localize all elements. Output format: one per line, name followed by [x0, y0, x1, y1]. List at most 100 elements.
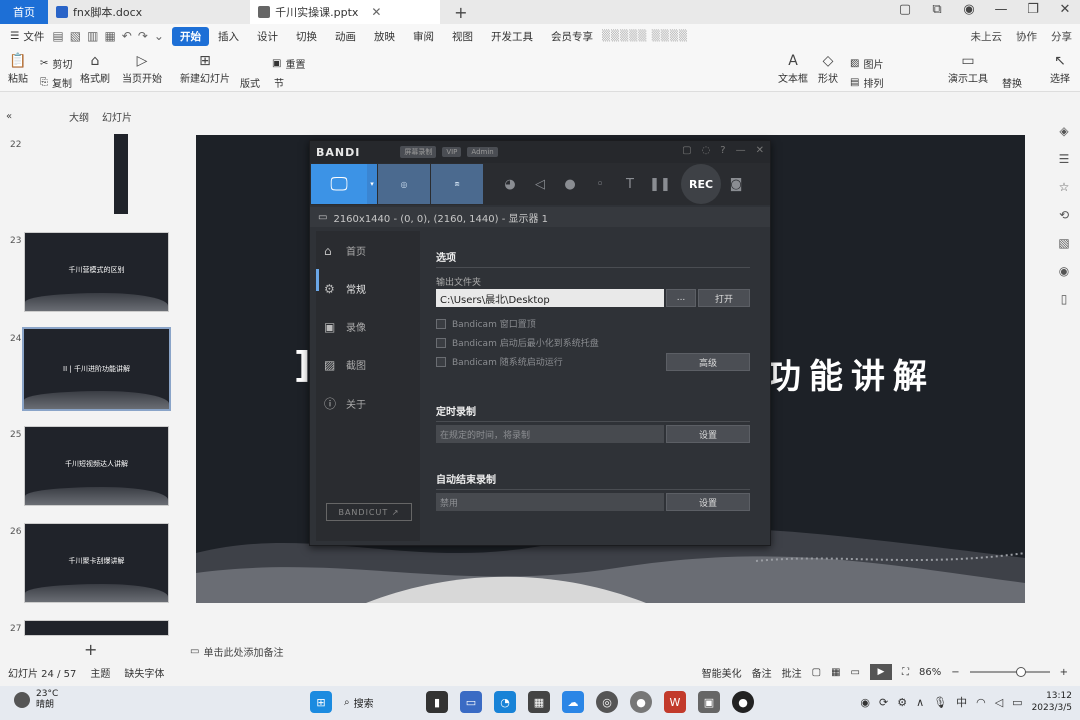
- tab-home[interactable]: 首页: [0, 0, 48, 24]
- nav-item-video[interactable]: ▣ 录像: [324, 319, 366, 335]
- layout-icon[interactable]: ▢: [896, 2, 914, 17]
- file-explorer-icon[interactable]: ▭: [460, 691, 482, 713]
- collaborate-button[interactable]: 协作: [1016, 29, 1037, 44]
- add-tab-icon[interactable]: +: [454, 3, 467, 22]
- reset-button[interactable]: ▣ 重置: [272, 56, 305, 71]
- cut-button[interactable]: ✂ 剪切: [40, 56, 72, 71]
- weather-widget[interactable]: 23°C 晴朗: [14, 689, 58, 711]
- pause-button[interactable]: ❚❚: [645, 164, 675, 204]
- rec-button[interactable]: REC: [681, 164, 721, 204]
- properties-icon[interactable]: ☰: [1059, 152, 1070, 166]
- zoom-slider-knob[interactable]: [1015, 667, 1026, 677]
- chevron-up-icon[interactable]: ∧: [916, 696, 924, 709]
- ime-indicator[interactable]: 中: [956, 694, 967, 710]
- chrome-icon[interactable]: ◎: [596, 691, 618, 713]
- menu-item-member[interactable]: 会员专享: [542, 29, 602, 44]
- export-icon[interactable]: ▧: [70, 29, 81, 43]
- notes-toggle-button[interactable]: 备注: [752, 665, 772, 680]
- add-slide-icon[interactable]: +: [84, 640, 97, 659]
- minimize-tray-checkbox[interactable]: Bandicam 启动后最小化到系统托盘: [436, 336, 599, 349]
- mic-button[interactable]: ●: [555, 164, 585, 204]
- menu-item-devtools[interactable]: 开发工具: [482, 29, 542, 44]
- mouse-button[interactable]: ◦: [585, 164, 615, 204]
- more-icon[interactable]: ⌄: [154, 29, 164, 43]
- media-app-icon[interactable]: ▣: [698, 691, 720, 713]
- menu-item-slideshow[interactable]: 放映: [365, 29, 404, 44]
- save-icon[interactable]: ▤: [52, 29, 63, 43]
- notes-area[interactable]: ▭ 单击此处添加备注: [190, 644, 283, 659]
- slide-thumbnail-26[interactable]: 千川聚卡刮爆讲解: [24, 523, 169, 603]
- start-menu-icon[interactable]: ⊞: [310, 691, 332, 713]
- select-button[interactable]: ↖ 选择: [1050, 52, 1070, 85]
- slide-thumbnail-25[interactable]: 千川短视频达人讲解: [24, 426, 169, 506]
- device-mode-button[interactable]: ⧈: [431, 164, 483, 204]
- menu-item-review[interactable]: 审阅: [404, 29, 443, 44]
- slideshow-play-button[interactable]: ▶: [869, 664, 892, 680]
- menu-item-view[interactable]: 视图: [443, 29, 482, 44]
- cloud-app-icon[interactable]: ☁: [562, 691, 584, 713]
- settings-icon[interactable]: ◌: [702, 145, 711, 156]
- maximize-icon[interactable]: ❐: [1024, 2, 1042, 17]
- close-icon[interactable]: ✕: [756, 145, 764, 156]
- timer-settings-button[interactable]: 设置: [666, 425, 750, 443]
- tray-settings-icon[interactable]: ⚙: [897, 696, 907, 709]
- tab-pptx[interactable]: 千川实操课.pptx ✕: [250, 0, 441, 24]
- normal-view-icon[interactable]: ▢: [812, 667, 821, 678]
- open-folder-button[interactable]: 打开: [698, 289, 750, 307]
- file-menu[interactable]: ☰ 文件: [0, 29, 44, 44]
- advanced-button[interactable]: 高级: [666, 353, 750, 371]
- slide-thumbnail-24[interactable]: II | 千川进阶功能讲解: [22, 327, 171, 411]
- browse-button[interactable]: ...: [666, 289, 696, 307]
- redo-icon[interactable]: ↷: [138, 29, 148, 43]
- play-current-button[interactable]: ▷ 当页开始: [122, 52, 162, 85]
- smart-beautify-button[interactable]: 智能美化: [702, 665, 742, 680]
- help-icon[interactable]: ?: [720, 145, 725, 156]
- slide-thumbnail-23[interactable]: 千川营模式的区别: [24, 232, 169, 312]
- sorter-view-icon[interactable]: ▦: [831, 667, 840, 678]
- presentation-tools-button[interactable]: ▭ 演示工具: [948, 52, 988, 85]
- autostop-settings-button[interactable]: 设置: [666, 493, 750, 511]
- clock[interactable]: 13:12 2023/3/5: [1032, 690, 1072, 714]
- star-icon[interactable]: ☆: [1059, 180, 1070, 194]
- minimize-icon[interactable]: —: [992, 2, 1010, 17]
- share-button[interactable]: 分享: [1051, 29, 1072, 44]
- speaker-button[interactable]: ◁: [525, 164, 555, 204]
- outline-tab[interactable]: 大纲: [62, 109, 96, 124]
- replace-button[interactable]: 替换: [1002, 75, 1022, 90]
- account-icon[interactable]: ◉: [960, 2, 978, 17]
- nav-item-home[interactable]: ⌂ 首页: [324, 243, 366, 259]
- collapse-panel-icon[interactable]: «: [6, 111, 46, 122]
- screenshot-icon[interactable]: ⧉: [928, 2, 946, 17]
- animation-icon[interactable]: ⟲: [1059, 208, 1069, 222]
- taskbar-search[interactable]: ⌕ 搜索: [344, 695, 414, 710]
- menu-item-insert[interactable]: 插入: [209, 29, 248, 44]
- wps-icon[interactable]: W: [664, 691, 686, 713]
- sync-icon[interactable]: ⟳: [879, 696, 888, 709]
- shape-button[interactable]: ◇ 形状: [818, 52, 838, 85]
- minimize-icon[interactable]: —: [736, 145, 746, 156]
- autostart-checkbox[interactable]: Bandicam 随系统启动运行: [436, 355, 563, 368]
- object-icon[interactable]: ◈: [1059, 124, 1068, 138]
- preview-icon[interactable]: ▦: [104, 29, 115, 43]
- tray-app-icon[interactable]: ◉: [860, 696, 870, 709]
- wifi-icon[interactable]: ◠: [976, 696, 986, 709]
- comments-button[interactable]: 批注: [782, 665, 802, 680]
- nav-item-about[interactable]: ⓘ 关于: [324, 395, 366, 412]
- lock-icon[interactable]: ▢: [682, 145, 691, 156]
- game-mode-button[interactable]: ◎: [378, 164, 430, 204]
- mode-dropdown-button[interactable]: ▾: [367, 164, 377, 204]
- missing-fonts-button[interactable]: 缺失字体: [124, 665, 164, 680]
- reading-view-icon[interactable]: ▭: [851, 667, 860, 678]
- section-button[interactable]: 节: [274, 75, 284, 90]
- app-icon[interactable]: ●: [630, 691, 652, 713]
- nav-item-screenshot[interactable]: ▨ 截图: [324, 357, 366, 373]
- zoom-slider[interactable]: [969, 667, 1050, 677]
- output-folder-input[interactable]: C:\Users\晨北\Desktop: [436, 289, 664, 307]
- menu-item-transition[interactable]: 切换: [287, 29, 326, 44]
- undo-icon[interactable]: ↶: [122, 29, 132, 43]
- copy-button[interactable]: ⎘ 复制: [40, 75, 72, 90]
- webcam-button[interactable]: ◕: [495, 164, 525, 204]
- new-slide-button[interactable]: ⊞ 新建幻灯片: [180, 52, 230, 85]
- textbox-button[interactable]: A 文本框: [778, 52, 808, 85]
- image-edit-icon[interactable]: ▧: [1058, 236, 1069, 250]
